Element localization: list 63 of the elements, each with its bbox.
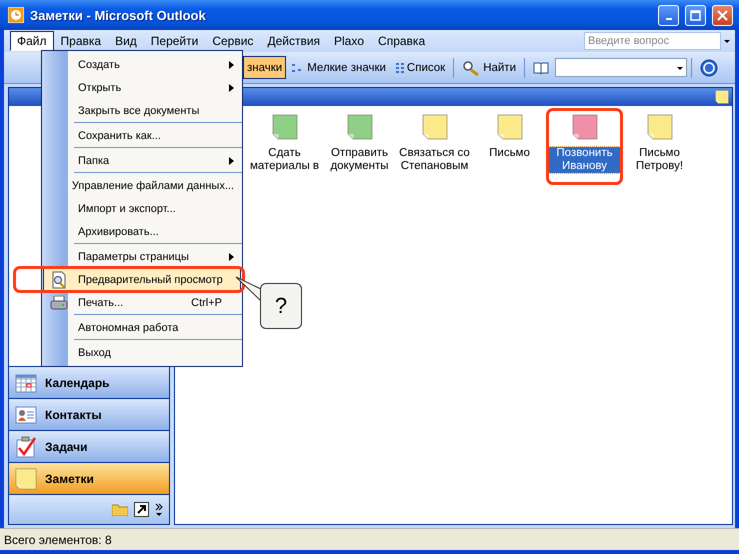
menu-entry[interactable]: Печать... Ctrl+P — [43, 291, 241, 314]
note-icon[interactable] — [346, 114, 372, 140]
navigation-button[interactable]: Календарь — [9, 366, 169, 398]
note-title[interactable]: Письмо — [488, 147, 531, 160]
menu-entry[interactable]: Закрыть все документы — [43, 99, 241, 122]
note-title[interactable]: Связаться со Степановым — [397, 147, 472, 173]
menu-entry[interactable]: Папка — [43, 149, 241, 172]
navigation-button[interactable]: Заметки — [9, 462, 169, 494]
menu-entry[interactable]: Открыть — [43, 76, 241, 99]
note-icon — [715, 90, 729, 104]
window-title: Заметки - Microsoft Outlook — [30, 8, 207, 22]
menu-item[interactable]: Сервис — [205, 31, 260, 51]
calendar-icon — [15, 372, 37, 392]
minimize-icon — [666, 18, 672, 20]
navigation-button[interactable]: Контакты — [9, 398, 169, 430]
menu-entry[interactable]: Создать — [43, 53, 241, 76]
clipboard-check-icon — [15, 436, 37, 458]
close-icon — [717, 10, 728, 20]
toolbar-button[interactable]: Найти — [458, 56, 520, 79]
note-title[interactable]: Письмо Петрову! — [622, 147, 697, 173]
minimize-button[interactable] — [658, 4, 679, 26]
menu-entry[interactable]: Предварительный просмотр — [43, 268, 241, 291]
help-search-field[interactable]: Введите вопрос — [584, 32, 721, 50]
menu-item[interactable]: Вид — [108, 31, 144, 51]
contact-card-icon — [15, 404, 37, 424]
search-icon — [462, 60, 480, 76]
menu-entry[interactable]: Сохранить как... — [43, 124, 241, 147]
list-icon — [396, 62, 404, 72]
maximize-button[interactable] — [685, 4, 706, 26]
help-icon — [700, 58, 718, 76]
menu-item[interactable]: Действия — [260, 31, 328, 51]
menu-entry[interactable]: Выход — [43, 341, 241, 364]
navigation-button[interactable]: Задачи — [9, 430, 169, 462]
shortcut-icon[interactable] — [134, 502, 149, 517]
menu-entry[interactable]: Параметры страницы — [43, 245, 241, 268]
address-combo-field[interactable] — [555, 58, 688, 77]
clock-app-icon — [8, 7, 24, 23]
chevron-icon[interactable] — [155, 502, 163, 516]
menu-entry[interactable]: Архивировать... — [43, 220, 241, 243]
callout-bubble: ? — [260, 283, 302, 329]
close-button[interactable] — [712, 4, 733, 26]
toolbar-button[interactable]: значки — [243, 56, 286, 79]
note-icon[interactable] — [572, 114, 598, 140]
menu-item[interactable]: Перейти — [144, 31, 206, 51]
status-text: Всего элементов: 8 — [4, 532, 112, 546]
printer-icon — [50, 296, 68, 310]
book-icon — [533, 60, 550, 74]
note-title[interactable]: Сдать материалы в — [247, 147, 322, 173]
magnifier-page-icon — [51, 270, 67, 288]
menu-entry[interactable]: Управление файлами данных... — [43, 174, 241, 197]
maximize-icon — [690, 10, 701, 20]
menu-entry[interactable]: Импорт и экспорт... — [43, 197, 241, 220]
note-title[interactable]: Отправить документы — [322, 147, 397, 173]
menu-item[interactable]: Plaxo — [327, 31, 372, 51]
toolbar-button[interactable]: Мелкие значки — [288, 56, 390, 79]
note-title[interactable]: Позвонить Иванову — [547, 147, 622, 173]
menu-entry[interactable]: Автономная работа — [43, 316, 241, 339]
toolbar-button[interactable]: Список — [392, 56, 450, 79]
note-icon[interactable] — [272, 114, 298, 140]
note-icon — [15, 468, 37, 490]
menu-item[interactable]: Файл — [10, 31, 54, 51]
menu-item[interactable]: Справка — [371, 31, 432, 51]
menu-item[interactable]: Правка — [54, 31, 108, 51]
